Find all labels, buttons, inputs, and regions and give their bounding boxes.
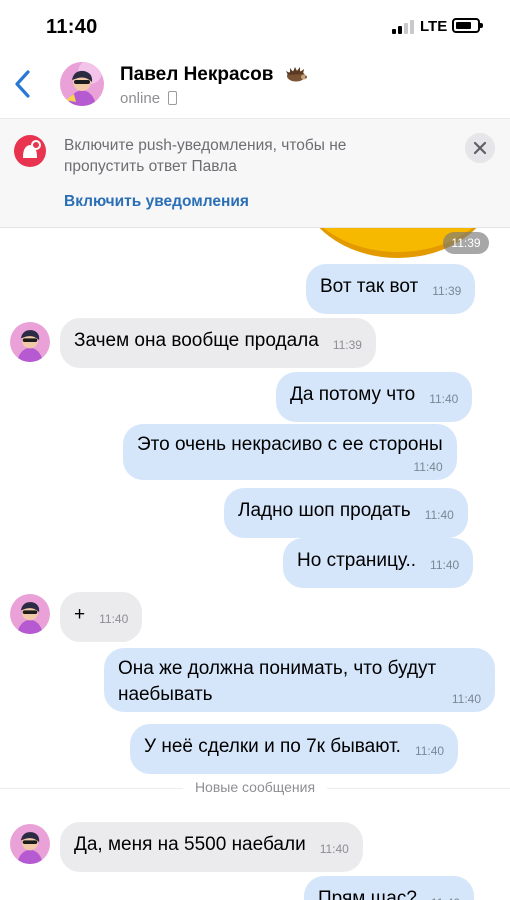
- battery-icon: [452, 18, 483, 33]
- message-text: Вот так вот: [320, 276, 419, 297]
- chat-header: Павел Некрасов online: [0, 52, 510, 116]
- incoming-message[interactable]: Да, меня на 5500 наебали 11:40: [60, 822, 363, 872]
- outgoing-message[interactable]: Вот так вот 11:39: [306, 264, 476, 314]
- message-text: Да потому что: [290, 384, 416, 405]
- message-time: 11:40: [431, 890, 460, 900]
- hedgehog-icon: [286, 67, 307, 82]
- message-text: Она же должна понимать, что будут: [118, 658, 437, 679]
- message-list[interactable]: 11:39 Вот так вот 11:39 Зачем она вообще …: [0, 228, 510, 900]
- message-time: 11:40: [414, 744, 445, 758]
- mobile-phone-icon: [168, 91, 177, 105]
- message-text: Прям щас?: [318, 888, 417, 900]
- message-time: 11:40: [319, 842, 349, 856]
- signal-strength-icon: [392, 20, 414, 34]
- push-banner-text: Включите push-уведомления, чтобы не проп…: [64, 135, 424, 177]
- incoming-message[interactable]: Зачем она вообще продала 11:39: [60, 318, 376, 368]
- avatar[interactable]: [60, 62, 104, 106]
- message-time: 11:40: [424, 508, 454, 522]
- message-time: 11:39: [432, 284, 462, 298]
- outgoing-message[interactable]: Она же должна понимать, что будут наебыв…: [104, 648, 495, 712]
- message-text: Но страницу..: [297, 550, 417, 571]
- push-notification-banner: Включите push-уведомления, чтобы не проп…: [0, 118, 510, 228]
- message-text: Да, меня на 5500 наебали: [74, 834, 306, 855]
- message-text: У неё сделки и по 7к бывают.: [144, 736, 401, 757]
- outgoing-message[interactable]: Это очень некрасиво с ее стороны 11:40: [123, 424, 457, 480]
- avatar[interactable]: [10, 824, 50, 864]
- avatar[interactable]: [10, 594, 50, 634]
- incoming-message[interactable]: +11:40: [60, 592, 143, 642]
- network-type: LTE: [420, 18, 448, 35]
- message-text: Зачем она вообще продала: [74, 330, 319, 351]
- message-text: Ладно шоп продать: [238, 500, 411, 521]
- message-text: Это очень некрасиво с ее стороны: [137, 434, 443, 455]
- new-messages-label: Новые сообщения: [182, 779, 328, 795]
- contact-name[interactable]: Павел Некрасов: [120, 64, 273, 86]
- outgoing-message[interactable]: Прям щас? 11:40: [304, 876, 475, 900]
- message-text: +: [74, 604, 86, 625]
- outgoing-message[interactable]: Ладно шоп продать 11:40: [224, 488, 468, 538]
- message-time: 11:40: [430, 558, 460, 572]
- message-time: 11:40: [413, 460, 443, 474]
- status-bar: 11:40 LTE: [0, 0, 510, 52]
- push-banner-line: Включите push-уведомления, чтобы не: [64, 137, 347, 154]
- outgoing-message[interactable]: Но страницу.. 11:40: [283, 538, 474, 588]
- sticker-time: 11:39: [443, 232, 489, 254]
- enable-notifications-link[interactable]: Включить уведомления: [64, 193, 249, 211]
- push-banner-line: пропустить ответ Павла: [64, 158, 237, 175]
- outgoing-message[interactable]: У неё сделки и по 7к бывают. 11:40: [130, 724, 459, 774]
- status-time: 11:40: [46, 16, 98, 38]
- notification-bell-icon: [14, 135, 46, 167]
- new-messages-divider: Новые сообщения: [0, 779, 510, 806]
- contact-status: online: [120, 90, 161, 107]
- message-time: 11:39: [332, 338, 362, 352]
- chevron-left-icon[interactable]: [10, 68, 36, 100]
- close-icon[interactable]: [465, 133, 495, 163]
- outgoing-message[interactable]: Да потому что 11:40: [276, 372, 473, 422]
- message-time: 11:40: [99, 612, 129, 626]
- avatar[interactable]: [10, 322, 50, 362]
- message-time: 11:40: [429, 392, 459, 406]
